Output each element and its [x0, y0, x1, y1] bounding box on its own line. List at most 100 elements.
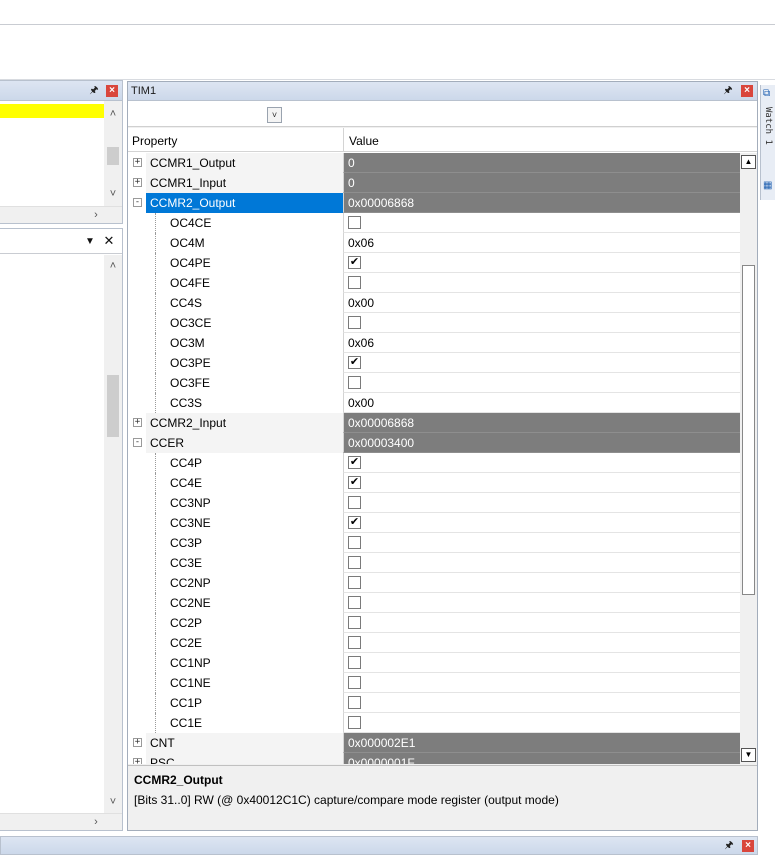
- field-value-checkbox-cell[interactable]: [343, 613, 740, 633]
- column-separator[interactable]: [343, 128, 344, 152]
- field-value-checkbox-cell[interactable]: [343, 713, 740, 733]
- field-row[interactable]: CC3NP: [128, 493, 740, 513]
- checkbox-unchecked-icon[interactable]: [348, 316, 361, 329]
- field-value-checkbox-cell[interactable]: [343, 653, 740, 673]
- register-row[interactable]: + CCMR2_Input 0x00006868: [128, 413, 740, 433]
- field-value-checkbox-cell[interactable]: [343, 633, 740, 653]
- close-icon[interactable]: ×: [741, 85, 753, 97]
- chevron-down-icon[interactable]: ˅: [105, 187, 121, 201]
- pin-icon[interactable]: 🖈: [723, 840, 735, 852]
- field-value-checkbox-cell[interactable]: [343, 593, 740, 613]
- checkbox-unchecked-icon[interactable]: [348, 536, 361, 549]
- field-value[interactable]: 0x06: [343, 333, 740, 353]
- field-value-checkbox-cell[interactable]: [343, 273, 740, 293]
- field-value-checkbox-cell[interactable]: [343, 493, 740, 513]
- field-row[interactable]: OC3CE: [128, 313, 740, 333]
- left-lower-vscrollbar[interactable]: ˄ ˅: [104, 255, 122, 813]
- field-value[interactable]: 0x00: [343, 393, 740, 413]
- field-row[interactable]: CC3P: [128, 533, 740, 553]
- field-row[interactable]: CC2NE: [128, 593, 740, 613]
- field-row[interactable]: CC4E ✔: [128, 473, 740, 493]
- checkbox-checked-icon[interactable]: ✔: [348, 476, 361, 489]
- checkbox-unchecked-icon[interactable]: [348, 596, 361, 609]
- field-value-checkbox-cell[interactable]: ✔: [343, 453, 740, 473]
- checkbox-unchecked-icon[interactable]: [348, 616, 361, 629]
- left-upper-hscrollbar[interactable]: ›: [0, 206, 122, 223]
- left-upper-vscrollbar[interactable]: ˄ ˅: [104, 101, 122, 206]
- field-value-checkbox-cell[interactable]: [343, 373, 740, 393]
- field-value[interactable]: 0x06: [343, 233, 740, 253]
- collapse-minus-icon[interactable]: -: [133, 198, 142, 207]
- scrollbar-thumb[interactable]: [107, 375, 119, 437]
- view-dropdown-button[interactable]: ˅: [267, 107, 282, 123]
- scrollbar-thumb[interactable]: [742, 265, 755, 595]
- scrollbar-thumb[interactable]: [107, 147, 119, 165]
- field-row[interactable]: CC2P: [128, 613, 740, 633]
- field-row[interactable]: CC1NE: [128, 673, 740, 693]
- property-grid-vscrollbar[interactable]: ▲ ▼: [740, 153, 757, 764]
- register-value[interactable]: 0x0000001F: [343, 753, 740, 764]
- field-row[interactable]: CC3E: [128, 553, 740, 573]
- register-value[interactable]: 0x00003400: [343, 433, 740, 453]
- field-row[interactable]: CC2NP: [128, 573, 740, 593]
- checkbox-unchecked-icon[interactable]: [348, 716, 361, 729]
- watch-window-icon[interactable]: ⧉: [763, 88, 770, 99]
- checkbox-unchecked-icon[interactable]: [348, 576, 361, 589]
- field-value-checkbox-cell[interactable]: ✔: [343, 253, 740, 273]
- field-row[interactable]: OC4FE: [128, 273, 740, 293]
- field-row[interactable]: CC1NP: [128, 653, 740, 673]
- dropdown-arrow-icon[interactable]: ▼: [82, 235, 98, 249]
- checkbox-unchecked-icon[interactable]: [348, 636, 361, 649]
- field-row[interactable]: CC4P ✔: [128, 453, 740, 473]
- chevron-down-icon[interactable]: ˅: [105, 795, 121, 809]
- pin-icon[interactable]: 🖈: [88, 85, 100, 97]
- checkbox-unchecked-icon[interactable]: [348, 216, 361, 229]
- close-icon[interactable]: ×: [742, 840, 754, 852]
- checkbox-unchecked-icon[interactable]: [348, 496, 361, 509]
- pin-icon[interactable]: 🖈: [722, 85, 734, 97]
- checkbox-checked-icon[interactable]: ✔: [348, 256, 361, 269]
- field-row[interactable]: CC3S 0x00: [128, 393, 740, 413]
- scroll-up-arrow-icon[interactable]: ▲: [741, 155, 756, 169]
- checkbox-checked-icon[interactable]: ✔: [348, 356, 361, 369]
- field-value[interactable]: 0x00: [343, 293, 740, 313]
- expand-plus-icon[interactable]: +: [133, 158, 142, 167]
- field-value-checkbox-cell[interactable]: [343, 673, 740, 693]
- checkbox-checked-icon[interactable]: ✔: [348, 516, 361, 529]
- column-header-property[interactable]: Property: [132, 134, 177, 148]
- field-value-checkbox-cell[interactable]: [343, 213, 740, 233]
- field-row[interactable]: OC3PE ✔: [128, 353, 740, 373]
- register-row[interactable]: + CCMR1_Input 0: [128, 173, 740, 193]
- field-value-checkbox-cell[interactable]: [343, 533, 740, 553]
- field-row[interactable]: CC1E: [128, 713, 740, 733]
- field-row[interactable]: OC4CE: [128, 213, 740, 233]
- expand-plus-icon[interactable]: +: [133, 178, 142, 187]
- checkbox-unchecked-icon[interactable]: [348, 376, 361, 389]
- register-value[interactable]: 0: [343, 173, 740, 193]
- field-row[interactable]: CC4S 0x00: [128, 293, 740, 313]
- checkbox-checked-icon[interactable]: ✔: [348, 456, 361, 469]
- field-row[interactable]: OC4PE ✔: [128, 253, 740, 273]
- field-value-checkbox-cell[interactable]: [343, 573, 740, 593]
- field-row[interactable]: CC1P: [128, 693, 740, 713]
- register-value[interactable]: 0: [343, 153, 740, 173]
- register-row[interactable]: - CCER 0x00003400: [128, 433, 740, 453]
- checkbox-unchecked-icon[interactable]: [348, 696, 361, 709]
- field-row[interactable]: OC3FE: [128, 373, 740, 393]
- highlighted-row[interactable]: [0, 104, 104, 118]
- register-row[interactable]: + PSC 0x0000001F: [128, 753, 740, 764]
- register-value[interactable]: 0x000002E1: [343, 733, 740, 753]
- register-row[interactable]: - CCMR2_Output 0x00006868: [128, 193, 740, 213]
- register-value[interactable]: 0x00006868: [343, 413, 740, 433]
- checkbox-unchecked-icon[interactable]: [348, 656, 361, 669]
- field-row[interactable]: CC2E: [128, 633, 740, 653]
- register-row[interactable]: + CNT 0x000002E1: [128, 733, 740, 753]
- scroll-down-arrow-icon[interactable]: ▼: [741, 748, 756, 762]
- field-value-checkbox-cell[interactable]: [343, 693, 740, 713]
- left-lower-hscrollbar[interactable]: ›: [0, 813, 122, 830]
- close-icon[interactable]: ×: [106, 85, 118, 97]
- expand-plus-icon[interactable]: +: [133, 758, 142, 764]
- expand-plus-icon[interactable]: +: [133, 418, 142, 427]
- chevron-right-icon[interactable]: ›: [88, 815, 104, 829]
- field-value-checkbox-cell[interactable]: ✔: [343, 513, 740, 533]
